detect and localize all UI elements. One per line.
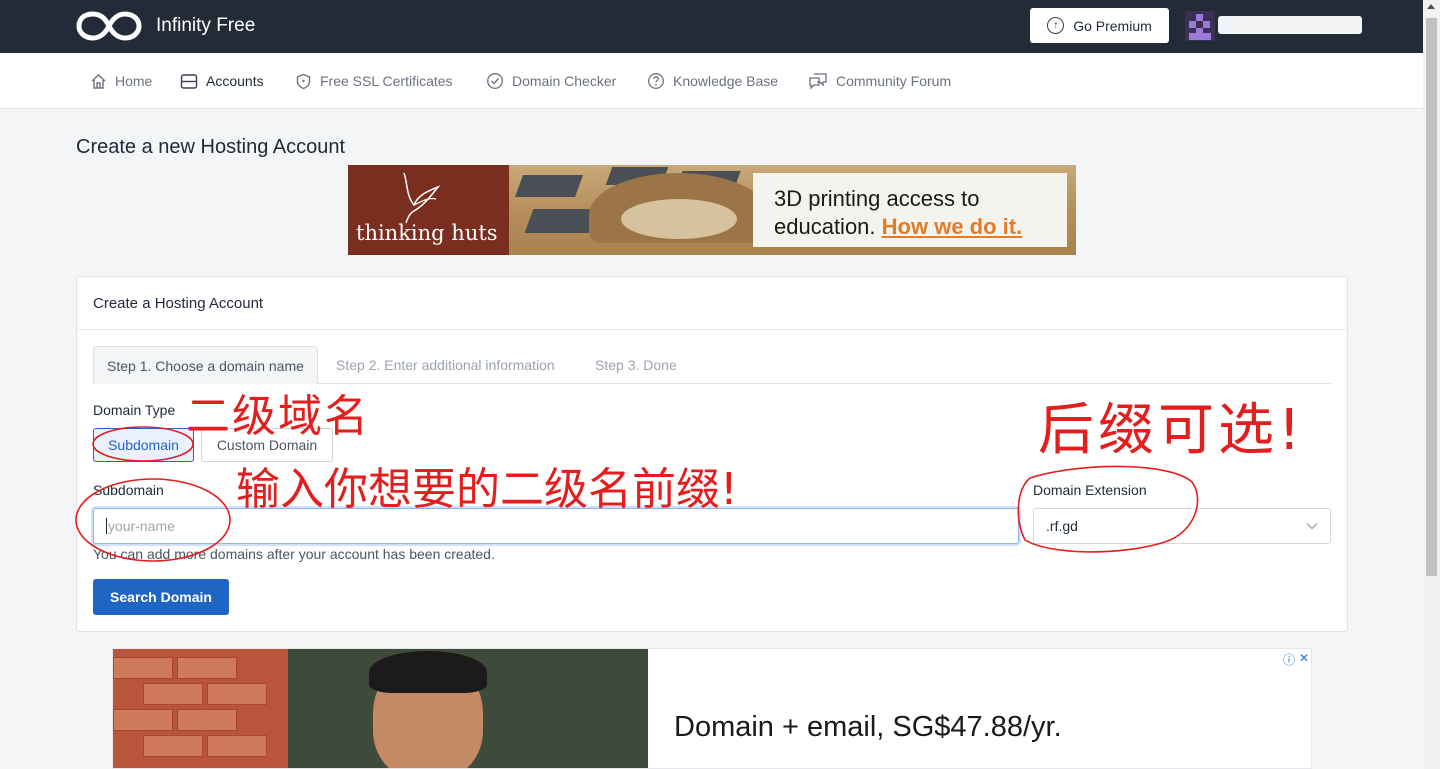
go-premium-label: Go Premium [1073,17,1152,34]
domain-extension-select[interactable]: .rf.gd [1033,508,1331,544]
nav-item-label: Free SSL Certificates [320,73,453,89]
banner-brand-text: thinking huts [356,221,498,245]
page-title: Create a new Hosting Account [76,136,346,158]
question-circle-icon [648,73,664,89]
nav-item-domain-checker[interactable]: Domain Checker [486,53,616,109]
search-domain-button[interactable]: Search Domain [93,579,229,615]
tab-step-3[interactable]: Step 3. Done [582,346,690,384]
tab-step-2[interactable]: Step 2. Enter additional information [323,346,568,384]
nav-item-ssl[interactable]: Free SSL Certificates [295,53,453,109]
banner-brand-panel: thinking huts [348,165,509,255]
ad-choices[interactable]: ⓘ ✕ [1283,651,1309,668]
brand-name: Infinity Free [156,15,256,36]
nav-item-home[interactable]: Home [90,53,152,109]
top-bar: Infinity Free ↑ Go Premium [0,0,1423,53]
chat-icon [809,73,827,90]
avatar[interactable] [1185,11,1215,41]
bottom-ad[interactable]: Domain + email, SG$47.88/yr. ⓘ ✕ [112,648,1312,769]
annotation-extension: 后缀可选! [1038,398,1305,463]
nav-item-label: Domain Checker [512,73,617,89]
domain-extension-label: Domain Extension [1033,482,1147,498]
annotation-domain-type: 二级域名 [186,391,370,442]
ad-headline: Domain + email, SG$47.88/yr. [674,711,1062,743]
banner-text-card: 3D printing access to education. How we … [753,173,1067,247]
subdomain-type-button[interactable]: Subdomain [93,428,194,462]
chevron-down-icon [1306,523,1318,530]
nav-item-label: Knowledge Base [673,73,779,89]
info-icon[interactable]: ⓘ [1283,651,1295,668]
site-logo[interactable]: Infinity Free [76,9,255,43]
nav-item-label: Accounts [206,73,264,89]
step-tabs: Step 1. Choose a domain name Step 2. Ent… [93,346,1332,384]
nav-item-label: Home [115,73,153,89]
text-caret [106,518,107,534]
nav-item-community-forum[interactable]: Community Forum [808,53,951,109]
check-circle-icon [487,73,503,89]
accounts-icon [180,73,198,89]
user-name-redacted[interactable] [1218,16,1362,34]
ad-photo [113,649,648,768]
tab-step-1[interactable]: Step 1. Choose a domain name [93,346,318,384]
infinity-logo-icon [76,11,142,41]
annotation-subdomain: 输入你想要的二级名前缀! [236,464,738,515]
main-nav: Home Accounts Free SSL Certificates Doma… [0,53,1423,109]
banner-line-2: education. How we do it. [774,214,1023,239]
subdomain-placeholder: your-name [108,518,175,534]
bird-logo-icon [403,172,441,224]
card-title: Create a Hosting Account [77,277,1347,330]
nav-item-knowledge-base[interactable]: Knowledge Base [647,53,778,109]
subdomain-label: Subdomain [93,482,164,498]
home-icon [91,73,106,89]
domain-type-label: Domain Type [93,402,176,418]
scroll-up-arrow-icon[interactable] [1427,4,1435,9]
go-premium-button[interactable]: ↑ Go Premium [1030,8,1169,43]
banner-ad[interactable]: thinking huts 3D printing access to educ… [348,165,1076,255]
help-text: You can add more domains after your acco… [93,546,495,562]
scroll-thumb[interactable] [1426,18,1437,576]
arrow-up-circle-icon: ↑ [1047,17,1065,34]
page-scrollbar[interactable] [1423,0,1440,769]
domain-extension-value: .rf.gd [1046,518,1078,534]
banner-line-1: 3D printing access to [774,186,980,211]
banner-cta-link[interactable]: How we do it. [882,214,1023,239]
close-icon[interactable]: ✕ [1299,651,1309,668]
nav-item-accounts[interactable]: Accounts [180,53,264,109]
nav-item-label: Community Forum [836,73,952,89]
shield-icon [296,73,311,89]
